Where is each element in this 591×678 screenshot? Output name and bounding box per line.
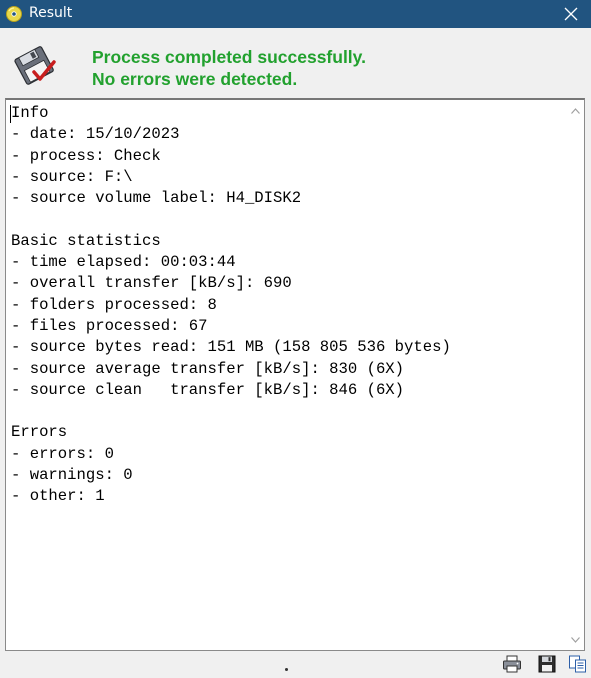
result-header: Process completed successfully. No error… — [0, 28, 591, 98]
log-line: - time elapsed: 00:03:44 — [11, 253, 236, 272]
status-line-errors: No errors were detected. — [92, 69, 298, 89]
status-message: Process completed successfully. No error… — [92, 46, 366, 90]
log-line: - files processed: 67 — [11, 316, 208, 335]
title-bar: Result — [0, 0, 591, 28]
cd-disc-icon — [6, 6, 22, 22]
vertical-scrollbar[interactable] — [567, 100, 584, 650]
log-line: - source clean transfer [kB/s]: 846 (6X) — [11, 380, 405, 399]
log-line: - date: 15/10/2023 — [11, 125, 180, 144]
log-line: - warnings: 0 — [11, 466, 133, 485]
print-button[interactable] — [502, 655, 522, 673]
scroll-up-button[interactable] — [567, 102, 584, 119]
log-line: Info — [11, 104, 49, 122]
chevron-up-icon — [571, 107, 580, 114]
log-line: - source volume label: H4_DISK2 — [11, 189, 302, 208]
log-text-area[interactable]: Info - date: 15/10/2023 - process: Check… — [5, 98, 585, 651]
log-line: - process: Check — [11, 146, 161, 165]
log-line: - errors: 0 — [11, 444, 114, 463]
close-button[interactable] — [551, 0, 591, 28]
copy-button[interactable] — [568, 655, 588, 673]
copy-icon — [569, 655, 586, 673]
scroll-down-button[interactable] — [567, 631, 584, 648]
log-content: Info - date: 15/10/2023 - process: Check… — [11, 103, 451, 508]
log-line: - folders processed: 8 — [11, 295, 217, 314]
bottom-toolbar — [0, 651, 591, 673]
save-button[interactable] — [537, 655, 557, 673]
printer-icon — [503, 655, 521, 673]
status-dot — [285, 668, 288, 671]
log-line: - other: 1 — [11, 487, 105, 506]
log-line: - source average transfer [kB/s]: 830 (6… — [11, 359, 405, 378]
status-line-success: Process completed successfully. — [92, 47, 366, 67]
close-icon — [564, 7, 578, 21]
chevron-down-icon — [571, 636, 580, 643]
log-line: Errors — [11, 423, 68, 442]
save-icon — [538, 655, 556, 673]
log-line: - source: F:\ — [11, 167, 133, 186]
log-line: - source bytes read: 151 MB (158 805 536… — [11, 338, 451, 357]
log-line: Basic statistics — [11, 231, 161, 250]
window-title: Result — [29, 5, 73, 21]
floppy-disk-checkmark-icon — [14, 46, 56, 85]
log-line: - overall transfer [kB/s]: 690 — [11, 274, 292, 293]
